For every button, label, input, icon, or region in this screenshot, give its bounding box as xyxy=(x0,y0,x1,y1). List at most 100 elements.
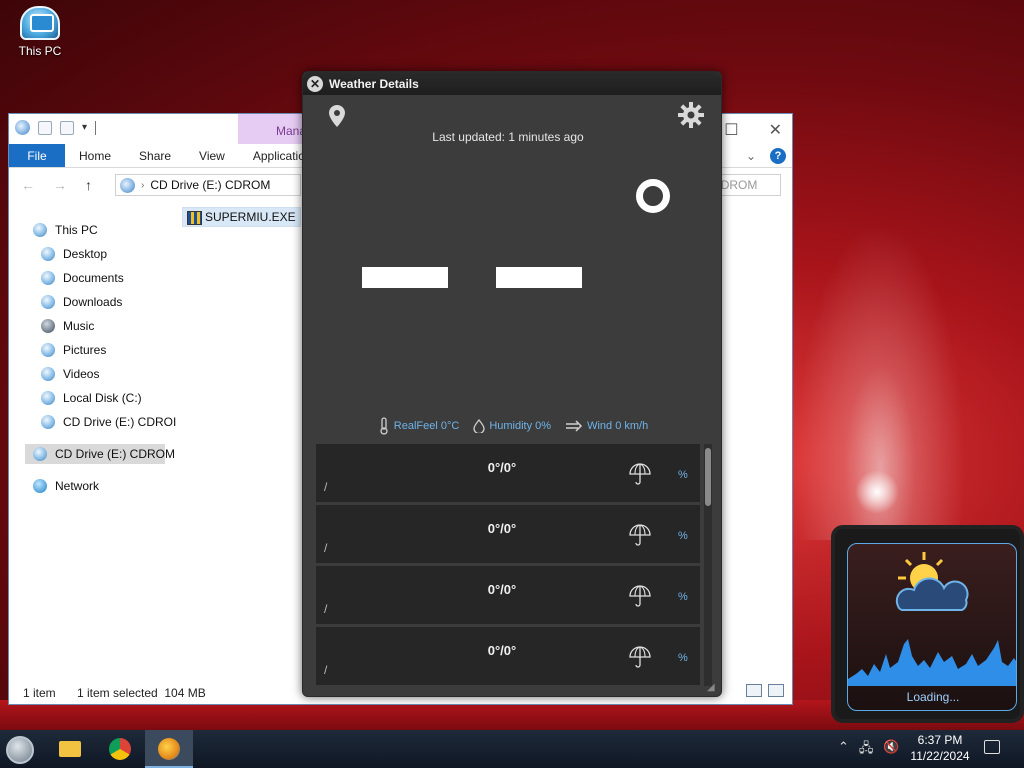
sidebar-item-pictures[interactable]: Pictures xyxy=(41,340,106,360)
folder-icon xyxy=(59,741,81,757)
forecast-date: / xyxy=(324,663,328,677)
clock-date: 11/22/2024 xyxy=(910,749,970,763)
gear-icon[interactable] xyxy=(678,102,704,128)
weather-gadget-panel: Loading... xyxy=(847,543,1017,711)
desktop-icon-this-pc[interactable]: This PC xyxy=(12,6,68,58)
new-folder-icon[interactable] xyxy=(60,120,74,135)
sidebar-item-label: CD Drive (E:) CDROI xyxy=(63,415,177,429)
humidity-text: Humidity 0% xyxy=(489,420,552,432)
sidebar-item-documents[interactable]: Documents xyxy=(41,268,124,288)
taskbar-file-explorer[interactable] xyxy=(46,730,94,768)
back-arrow-icon[interactable]: ← xyxy=(21,177,35,193)
sidebar-item-network[interactable]: Network xyxy=(33,476,99,496)
sidebar-item-label: This PC xyxy=(55,223,98,237)
system-tray: ⌃ 🖧 🔇 xyxy=(838,739,900,761)
sidebar-item-videos[interactable]: Videos xyxy=(41,364,99,384)
scrollbar-thumb[interactable] xyxy=(705,448,711,506)
forecast-row: 0°/0° / % xyxy=(316,444,700,502)
desktop-icon-label: This PC xyxy=(18,44,62,58)
details-view-icon[interactable] xyxy=(746,684,762,697)
forecast-scrollbar[interactable] xyxy=(704,444,712,686)
up-arrow-icon[interactable]: ↑ xyxy=(85,177,92,193)
weather-app-icon xyxy=(158,738,180,760)
wind-stat: Wind 0 km/h xyxy=(565,420,648,432)
weather-details-window: ✕ Weather Details Last updated: 1 minute… xyxy=(302,71,722,697)
help-icon[interactable]: ? xyxy=(770,148,786,164)
tab-view[interactable]: View xyxy=(185,144,239,167)
taskbar-weather-app[interactable] xyxy=(145,730,193,768)
address-bar[interactable]: › CD Drive (E:) CDROM xyxy=(115,174,301,196)
close-button[interactable]: ✕ xyxy=(769,120,782,140)
precip-percent: % xyxy=(678,469,688,481)
view-switcher xyxy=(746,684,784,697)
breadcrumb-chevron-icon[interactable]: › xyxy=(141,180,144,191)
this-pc-icon xyxy=(20,6,60,40)
quick-access-toolbar: ▾ xyxy=(15,120,97,135)
weather-window-title: Weather Details xyxy=(329,76,419,91)
cd-drive-icon xyxy=(33,447,47,461)
sidebar-item-label: CD Drive (E:) CDROM xyxy=(55,447,175,461)
precip-percent: % xyxy=(678,652,688,664)
forecast-date: / xyxy=(324,602,328,616)
drive-icon xyxy=(15,120,30,135)
qat-dropdown-icon[interactable]: ▾ xyxy=(82,122,87,133)
precip-percent: % xyxy=(678,530,688,542)
local-disk-icon xyxy=(41,391,55,405)
sidebar-item-desktop[interactable]: Desktop xyxy=(41,244,107,264)
volume-muted-icon[interactable]: 🔇 xyxy=(883,739,899,761)
sidebar-item-cd-drive[interactable]: CD Drive (E:) CDROI xyxy=(41,412,176,432)
last-updated-text: Last updated: 1 minutes ago xyxy=(432,130,584,144)
sidebar-item-music[interactable]: Music xyxy=(41,316,94,336)
thermometer-icon xyxy=(380,417,388,435)
weather-condition-icon xyxy=(636,179,670,213)
sidebar-item-label: Local Disk (C:) xyxy=(63,391,142,405)
umbrella-icon xyxy=(629,646,651,668)
forward-arrow-icon[interactable]: → xyxy=(53,177,67,193)
network-icon[interactable]: 🖧 xyxy=(859,739,874,761)
sidebar-item-label: Desktop xyxy=(63,247,108,261)
sidebar-item-label: Downloads xyxy=(63,295,123,309)
tab-share[interactable]: Share xyxy=(125,144,185,167)
ribbon-right-controls: ⌄ ? xyxy=(746,148,786,164)
videos-icon xyxy=(41,367,55,381)
file-tab[interactable]: File xyxy=(9,144,65,167)
taskbar-chrome[interactable] xyxy=(96,730,144,768)
resize-grip-icon[interactable]: ◢ xyxy=(707,682,717,693)
sidebar-item-local-disk[interactable]: Local Disk (C:) xyxy=(41,388,142,408)
expand-ribbon-icon[interactable]: ⌄ xyxy=(746,149,756,163)
taskbar-clock[interactable]: 6:37 PM 11/22/2024 xyxy=(905,732,975,764)
sidebar-item-downloads[interactable]: Downloads xyxy=(41,292,122,312)
weather-title-bar: ✕ Weather Details xyxy=(303,72,721,95)
forecast-row: 0°/0° / % xyxy=(316,566,700,624)
notification-center-icon[interactable] xyxy=(984,740,1000,754)
taskbar: ⌃ 🖧 🔇 6:37 PM 11/22/2024 xyxy=(0,730,1024,768)
music-icon xyxy=(41,319,55,333)
large-icons-view-icon[interactable] xyxy=(768,684,784,697)
weather-gadget[interactable]: Loading... xyxy=(831,525,1024,723)
sidebar-item-label: Network xyxy=(55,479,100,493)
qat-separator xyxy=(95,120,97,135)
clock-time: 6:37 PM xyxy=(917,733,963,747)
forecast-date: / xyxy=(324,480,328,494)
forecast-row: 0°/0° / % xyxy=(316,627,700,685)
chrome-icon xyxy=(109,738,131,760)
wind-text: Wind 0 km/h xyxy=(587,420,649,432)
start-button[interactable] xyxy=(6,736,34,764)
close-icon[interactable]: ✕ xyxy=(307,75,323,92)
location-pin-icon[interactable] xyxy=(329,105,345,127)
sidebar-item-this-pc[interactable]: This PC xyxy=(33,220,98,240)
umbrella-icon xyxy=(629,585,651,607)
umbrella-icon xyxy=(629,524,651,546)
show-hidden-icons-icon[interactable]: ⌃ xyxy=(838,739,849,761)
sidebar-item-cd-drive-root[interactable]: CD Drive (E:) CDROM xyxy=(25,444,175,464)
sidebar-item-label: Pictures xyxy=(63,343,107,357)
cd-drive-icon xyxy=(120,177,135,193)
breadcrumb-cd-drive[interactable]: CD Drive (E:) CDROM xyxy=(150,178,270,192)
forecast-list[interactable]: 0°/0° / % 0°/0° / % 0°/0° / % 0°/0° / % xyxy=(316,444,712,686)
properties-icon[interactable] xyxy=(38,120,52,135)
tab-home[interactable]: Home xyxy=(65,144,125,167)
window-controls: ☐ ✕ xyxy=(724,120,782,140)
file-item-supermiu-exe[interactable]: SUPERMIU.EXE xyxy=(182,207,301,227)
network-icon xyxy=(33,479,47,493)
maximize-button[interactable]: ☐ xyxy=(724,120,738,140)
